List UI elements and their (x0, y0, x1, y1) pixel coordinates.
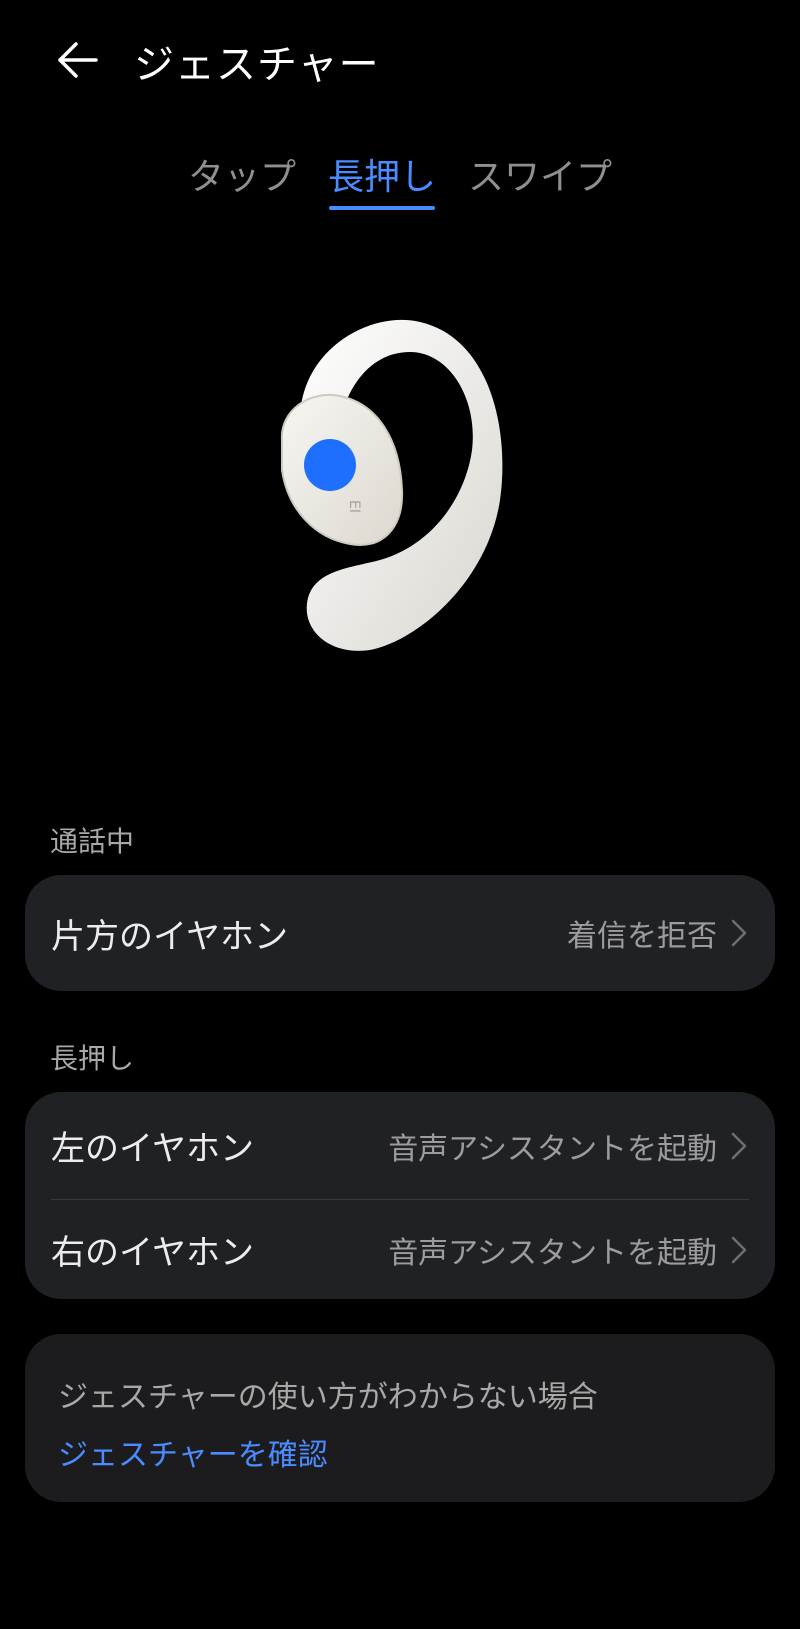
settings-row-left-earbud[interactable]: 左のイヤホン 音声アシスタントを起動 (25, 1092, 775, 1199)
row-value: 音声アシスタントを起動 (388, 1235, 717, 1271)
row-value: 着信を拒否 (567, 919, 717, 954)
section-label-during-call: 通話中 (50, 825, 135, 858)
touch-indicator-dot (304, 439, 356, 491)
page-title: ジェスチャー (134, 42, 380, 88)
tab-tap[interactable]: タップ (188, 148, 296, 200)
tab-long-press[interactable]: 長押し (328, 148, 436, 200)
app-header: ジェスチャー (0, 0, 800, 120)
settings-row-single-earbud[interactable]: 片方のイヤホン 着信を拒否 (25, 875, 775, 991)
row-label: 片方のイヤホン (51, 916, 288, 957)
settings-row-right-earbud[interactable]: 右のイヤホン 音声アシスタントを起動 (25, 1200, 775, 1299)
chevron-right-icon (731, 919, 747, 947)
long-press-card: 左のイヤホン 音声アシスタントを起動 右のイヤホン 音声アシスタントを起動 (25, 1092, 775, 1299)
help-text: ジェスチャーの使い方がわからない場合 (58, 1380, 598, 1415)
row-value: 音声アシスタントを起動 (388, 1131, 717, 1167)
brand-text: EI (346, 500, 362, 513)
earbud-illustration: EI (260, 310, 540, 690)
back-button[interactable] (46, 30, 106, 90)
gesture-tabs: タップ 長押し スワイプ (0, 148, 800, 218)
active-tab-indicator (329, 206, 435, 210)
during-call-card: 片方のイヤホン 着信を拒否 (25, 875, 775, 991)
row-label: 右のイヤホン (51, 1233, 254, 1273)
help-card: ジェスチャーの使い方がわからない場合 ジェスチャーを確認 (25, 1334, 775, 1502)
chevron-right-icon (731, 1132, 747, 1159)
arrow-left-icon (58, 42, 98, 78)
row-label: 左のイヤホン (51, 1129, 254, 1169)
check-gestures-link[interactable]: ジェスチャーを確認 (58, 1430, 328, 1474)
chevron-right-icon (731, 1236, 747, 1263)
tab-swipe[interactable]: スワイプ (468, 148, 612, 200)
section-label-long-press: 長押し (50, 1042, 135, 1075)
